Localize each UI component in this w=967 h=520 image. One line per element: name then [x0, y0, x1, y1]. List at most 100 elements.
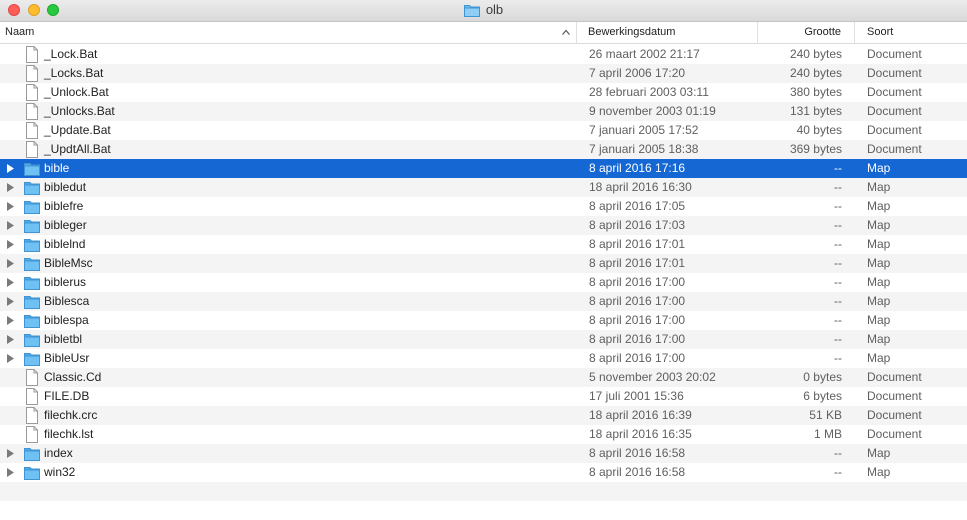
file-size: -- — [834, 237, 842, 251]
file-size: 40 bytes — [796, 123, 842, 137]
file-kind: Map — [867, 199, 891, 213]
document-icon — [26, 103, 38, 120]
document-icon — [26, 369, 38, 386]
file-kind: Map — [867, 313, 891, 327]
file-row[interactable]: FILE.DB 17 juli 2001 15:36 6 bytes Document — [0, 387, 967, 406]
folder-row[interactable]: biblerus 8 april 2016 17:00 -- Map — [0, 273, 967, 292]
folder-icon — [24, 334, 40, 347]
modified-date: 8 april 2016 16:58 — [589, 446, 686, 460]
folder-row[interactable]: win32 8 april 2016 16:58 -- Map — [0, 463, 967, 482]
disclosure-triangle-icon[interactable] — [7, 354, 14, 363]
chevron-up-icon[interactable] — [562, 29, 570, 35]
document-icon — [26, 65, 38, 82]
disclosure-triangle-icon[interactable] — [7, 240, 14, 249]
file-name: BibleUsr — [44, 351, 90, 365]
modified-date: 8 april 2016 17:00 — [589, 332, 686, 346]
modified-date: 8 april 2016 17:00 — [589, 294, 686, 308]
file-kind: Map — [867, 351, 891, 365]
file-row[interactable]: Classic.Cd 5 november 2003 20:02 0 bytes Do… — [0, 368, 967, 387]
file-name: biblerus — [44, 275, 87, 289]
modified-date: 7 januari 2005 18:38 — [589, 142, 699, 156]
disclosure-triangle-icon[interactable] — [7, 335, 14, 344]
file-name: _UpdtAll.Bat — [44, 142, 111, 156]
folder-icon — [24, 448, 40, 461]
file-kind: Map — [867, 465, 891, 479]
disclosure-triangle-icon[interactable] — [7, 278, 14, 287]
folder-row[interactable]: Biblesca 8 april 2016 17:00 -- Map — [0, 292, 967, 311]
modified-date: 26 maart 2002 21:17 — [589, 47, 700, 61]
title-bar: olb — [0, 0, 967, 22]
disclosure-triangle-icon[interactable] — [7, 468, 14, 477]
file-row[interactable]: _Unlock.Bat 28 februari 2003 03:11 380 byt… — [0, 83, 967, 102]
file-row[interactable]: filechk.crc 18 april 2016 16:39 51 KB Docum… — [0, 406, 967, 425]
file-kind: Document — [867, 427, 922, 441]
document-icon — [26, 122, 38, 139]
folder-row[interactable]: biblefre 8 april 2016 17:05 -- Map — [0, 197, 967, 216]
file-row[interactable]: _Unlocks.Bat 9 november 2003 01:19 131 byt… — [0, 102, 967, 121]
file-kind: Document — [867, 142, 922, 156]
modified-date: 8 april 2016 17:00 — [589, 351, 686, 365]
document-icon — [26, 141, 38, 158]
file-kind: Document — [867, 66, 922, 80]
folder-row[interactable]: bibledut 18 april 2016 16:30 -- Map — [0, 178, 967, 197]
modified-date: 28 februari 2003 03:11 — [589, 85, 709, 99]
file-size: -- — [834, 446, 842, 460]
disclosure-triangle-icon[interactable] — [7, 221, 14, 230]
column-header-date[interactable]: Bewerkingsdatum — [578, 22, 758, 43]
folder-icon — [24, 163, 40, 176]
file-row[interactable]: _UpdtAll.Bat 7 januari 2005 18:38 369 byte… — [0, 140, 967, 159]
folder-icon — [463, 5, 480, 17]
file-name: biblespa — [44, 313, 89, 327]
column-header-date-label: Bewerkingsdatum — [588, 26, 676, 38]
column-header-row: Naam Bewerkingsdatum Grootte Soort — [0, 22, 967, 44]
document-icon — [26, 84, 38, 101]
column-header-kind[interactable]: Soort — [856, 22, 967, 43]
modified-date: 8 april 2016 17:00 — [589, 313, 686, 327]
file-kind: Map — [867, 332, 891, 346]
file-size: -- — [834, 199, 842, 213]
modified-date: 18 april 2016 16:30 — [589, 180, 692, 194]
file-kind: Map — [867, 180, 891, 194]
file-size: 369 bytes — [789, 142, 842, 156]
file-kind: Map — [867, 294, 891, 308]
file-row[interactable]: filechk.lst 18 april 2016 16:35 1 MB Docume… — [0, 425, 967, 444]
file-kind: Map — [867, 218, 891, 232]
file-name: _Unlocks.Bat — [44, 104, 115, 118]
disclosure-triangle-icon[interactable] — [7, 183, 14, 192]
folder-icon — [24, 220, 40, 233]
disclosure-triangle-icon[interactable] — [7, 316, 14, 325]
file-size: -- — [834, 332, 842, 346]
disclosure-triangle-icon[interactable] — [7, 259, 14, 268]
file-row[interactable]: _Update.Bat 7 januari 2005 17:52 40 bytes D… — [0, 121, 967, 140]
disclosure-triangle-icon[interactable] — [7, 202, 14, 211]
file-kind: Document — [867, 408, 922, 422]
file-size: -- — [834, 351, 842, 365]
file-kind: Document — [867, 389, 922, 403]
disclosure-triangle-icon[interactable] — [7, 297, 14, 306]
file-row[interactable]: _Lock.Bat 26 maart 2002 21:17 240 bytes Doc… — [0, 45, 967, 64]
file-name: bibledut — [44, 180, 87, 194]
folder-row[interactable]: bibleger 8 april 2016 17:03 -- Map — [0, 216, 967, 235]
folder-row[interactable]: BibleMsc 8 april 2016 17:01 -- Map — [0, 254, 967, 273]
folder-row[interactable]: BibleUsr 8 april 2016 17:00 -- Map — [0, 349, 967, 368]
file-name: FILE.DB — [44, 389, 90, 403]
folder-row[interactable]: bibletbl 8 april 2016 17:00 -- Map — [0, 330, 967, 349]
document-icon — [26, 388, 38, 405]
file-name: BibleMsc — [44, 256, 93, 270]
file-size: -- — [834, 180, 842, 194]
file-name: _Update.Bat — [44, 123, 111, 137]
file-kind: Map — [867, 161, 891, 175]
folder-row[interactable]: biblespa 8 april 2016 17:00 -- Map — [0, 311, 967, 330]
folder-row[interactable]: bible 8 april 2016 17:16 -- Map — [0, 159, 967, 178]
file-name: biblefre — [44, 199, 84, 213]
disclosure-triangle-icon[interactable] — [7, 449, 14, 458]
disclosure-triangle-icon[interactable] — [7, 164, 14, 173]
file-name: _Lock.Bat — [44, 47, 98, 61]
file-size: 0 bytes — [803, 370, 842, 384]
column-header-size[interactable]: Grootte — [759, 22, 855, 43]
column-header-size-label: Grootte — [804, 26, 841, 38]
file-row[interactable]: _Locks.Bat 7 april 2006 17:20 240 bytes Doc… — [0, 64, 967, 83]
folder-row[interactable]: biblelnd 8 april 2016 17:01 -- Map — [0, 235, 967, 254]
column-header-name[interactable]: Naam — [0, 22, 577, 43]
folder-row[interactable]: index 8 april 2016 16:58 -- Map — [0, 444, 967, 463]
